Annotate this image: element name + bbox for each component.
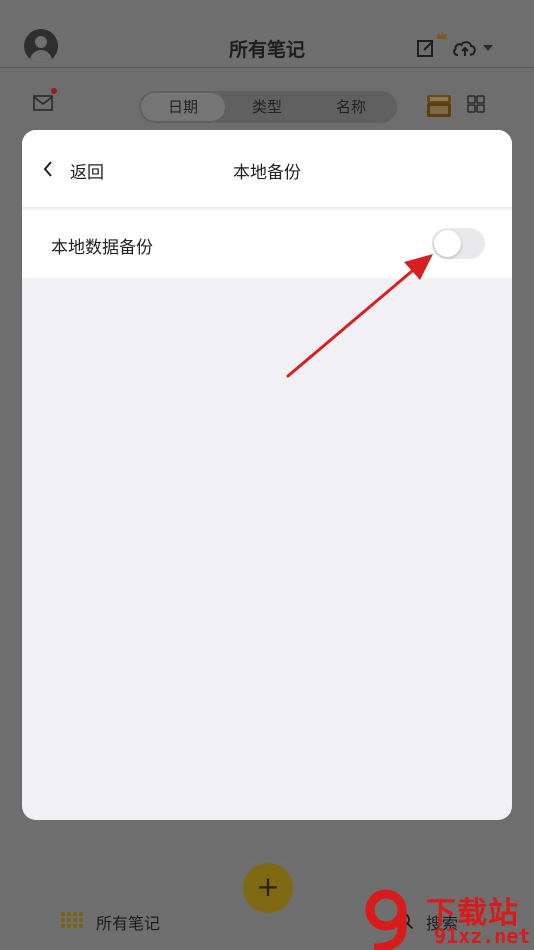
cloud-upload-icon[interactable]	[452, 38, 478, 58]
local-backup-dialog: 返回 本地备份 本地数据备份	[22, 130, 512, 820]
segment-date[interactable]: 日期	[141, 93, 225, 121]
crown-icon	[437, 31, 447, 39]
treasure-box-icon[interactable]	[425, 93, 453, 119]
segment-type[interactable]: 类型	[225, 93, 309, 121]
chevron-down-icon[interactable]	[482, 43, 494, 53]
mail-icon[interactable]	[33, 95, 53, 111]
watermark: 下载站 91xz.net	[362, 888, 534, 950]
notification-dot	[51, 88, 57, 94]
grid-apps-icon	[61, 912, 83, 928]
grid-view-icon[interactable]	[467, 95, 485, 113]
add-note-button[interactable]: +	[243, 863, 293, 913]
watermark-url: 91xz.net	[434, 924, 531, 948]
watermark-logo	[365, 889, 407, 950]
app-top-bar: 所有笔记	[0, 0, 534, 68]
edit-icon[interactable]	[416, 38, 436, 58]
sort-segmented-control: 日期 类型 名称	[139, 91, 397, 123]
dialog-title: 本地备份	[233, 163, 301, 183]
tab-all-notes-label: 所有笔记	[96, 914, 161, 933]
segment-name[interactable]: 名称	[309, 93, 393, 121]
annotation-arrow	[286, 254, 433, 378]
dialog-header: 返回 本地备份	[22, 130, 512, 208]
setting-label: 本地数据备份	[51, 238, 153, 258]
